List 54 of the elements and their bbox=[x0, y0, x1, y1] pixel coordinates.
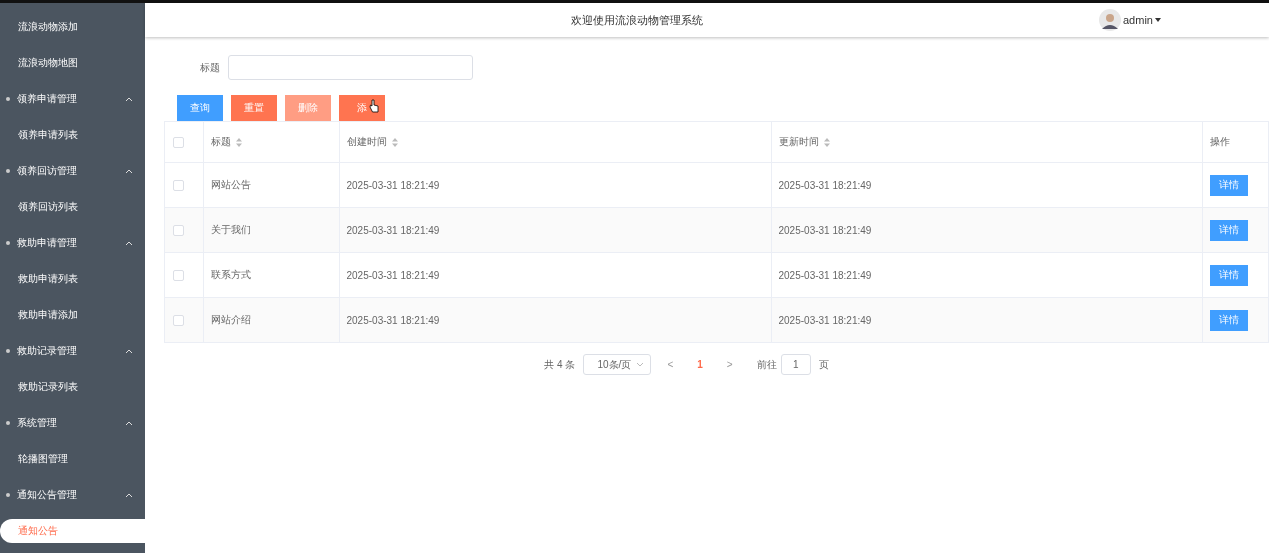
table-cell: 2025-03-31 18:21:49 bbox=[778, 269, 872, 281]
sidebar-group[interactable]: 系统管理 bbox=[0, 405, 145, 441]
table-cell: 联系方式 bbox=[210, 269, 251, 280]
title-search-field[interactable] bbox=[228, 55, 473, 80]
sidebar-group[interactable]: 救助申请管理 bbox=[0, 225, 145, 261]
caret-down-icon bbox=[1154, 18, 1161, 22]
sidebar-item[interactable]: 领养回访列表 bbox=[0, 189, 145, 225]
column-header: 操作 bbox=[1209, 136, 1230, 147]
row-checkbox[interactable] bbox=[173, 269, 184, 281]
table-cell: 2025-03-31 18:21:49 bbox=[778, 224, 872, 236]
page-size-select[interactable]: 10条/页 bbox=[583, 354, 652, 375]
caret-up-icon bbox=[125, 168, 133, 174]
page-suffix: 页 bbox=[818, 357, 829, 372]
user-menu[interactable]: admin bbox=[1123, 14, 1153, 26]
table-cell: 2025-03-31 18:21:49 bbox=[778, 314, 872, 326]
sidebar-item[interactable]: 领养申请列表 bbox=[0, 117, 145, 153]
caret-up-icon bbox=[125, 240, 133, 246]
field-label: 标题 bbox=[200, 60, 220, 75]
caret-up-icon bbox=[125, 492, 133, 498]
column-header[interactable]: 标题 bbox=[210, 136, 231, 147]
sidebar-group[interactable]: 救助记录管理 bbox=[0, 333, 145, 369]
sidebar-item[interactable]: 救助申请添加 bbox=[0, 297, 145, 333]
caret-up-icon bbox=[125, 96, 133, 102]
caret-up-icon bbox=[125, 420, 133, 426]
sidebar-item[interactable]: 轮播图管理 bbox=[0, 441, 145, 477]
table-cell: 网站公告 bbox=[210, 179, 251, 190]
caret-up-icon bbox=[125, 348, 133, 354]
table-cell: 2025-03-31 18:21:49 bbox=[346, 314, 440, 326]
select-all-checkbox[interactable] bbox=[173, 136, 184, 148]
table-cell: 2025-03-31 18:21:49 bbox=[346, 179, 440, 191]
column-header[interactable]: 创建时间 bbox=[346, 136, 387, 147]
sidebar-item[interactable]: 流浪动物添加 bbox=[0, 9, 145, 45]
jump-label: 前往 bbox=[756, 357, 777, 372]
sidebar-group[interactable]: 领养申请管理 bbox=[0, 81, 145, 117]
table-cell: 2025-03-31 18:21:49 bbox=[346, 269, 440, 281]
sidebar-group[interactable]: 领养回访管理 bbox=[0, 153, 145, 189]
row-checkbox[interactable] bbox=[173, 179, 184, 191]
header-title: 欢迎使用流浪动物管理系统 bbox=[570, 12, 704, 28]
sidebar-item[interactable]: 救助申请列表 bbox=[0, 261, 145, 297]
page-jump-field[interactable]: 1 bbox=[780, 354, 811, 375]
row-checkbox[interactable] bbox=[173, 314, 184, 326]
table-cell: 2025-03-31 18:21:49 bbox=[778, 179, 872, 191]
total-count: 共 4 条 bbox=[544, 357, 576, 372]
sidebar-group[interactable]: 通知公告管理 bbox=[0, 477, 145, 513]
table-cell: 网站介绍 bbox=[210, 314, 251, 325]
chevron-down-icon bbox=[636, 361, 645, 368]
sidebar-item[interactable]: 流浪动物地图 bbox=[0, 45, 145, 81]
table-cell: 2025-03-31 18:21:49 bbox=[346, 224, 440, 236]
row-checkbox[interactable] bbox=[173, 224, 184, 236]
column-header[interactable]: 更新时间 bbox=[778, 136, 819, 147]
table-cell: 关于我们 bbox=[210, 224, 251, 235]
avatar-icon bbox=[1099, 9, 1121, 31]
sidebar-item[interactable]: 救助记录列表 bbox=[0, 369, 145, 405]
hand-cursor-icon bbox=[369, 99, 379, 113]
